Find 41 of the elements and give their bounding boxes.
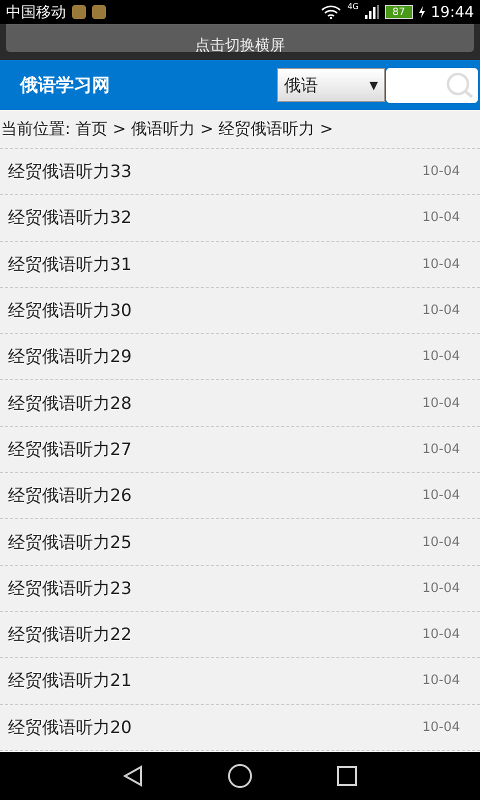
- article-link[interactable]: 经贸俄语听力22: [8, 623, 422, 646]
- article-date: 10-04: [422, 349, 460, 364]
- article-link[interactable]: 经贸俄语听力29: [8, 345, 422, 368]
- article-date: 10-04: [422, 442, 460, 457]
- search-field[interactable]: [386, 68, 478, 102]
- article-link[interactable]: 经贸俄语听力33: [8, 160, 422, 184]
- article-date: 10-04: [422, 303, 460, 318]
- article-date: 10-04: [422, 488, 460, 504]
- carrier-name: 中国移动: [6, 2, 66, 22]
- wifi-icon: [321, 5, 342, 19]
- article-link[interactable]: 经贸俄语听力23: [8, 576, 422, 600]
- article-link[interactable]: 经贸俄语听力31: [8, 252, 422, 276]
- clock: 19:44: [430, 3, 474, 21]
- article-date: 10-04: [422, 256, 460, 272]
- article-date: 10-04: [422, 720, 460, 735]
- recents-icon[interactable]: [336, 765, 358, 787]
- breadcrumb: 当前位置: 首页 > 俄语听力 > 经贸俄语听力 >: [0, 110, 480, 149]
- article-date: 10-04: [422, 210, 460, 226]
- language-select[interactable]: 俄语 ▼: [277, 68, 385, 102]
- article-link[interactable]: 经贸俄语听力27: [8, 438, 422, 461]
- article-date: 10-04: [422, 580, 460, 596]
- article-link[interactable]: 经贸俄语听力30: [8, 299, 422, 322]
- article-link[interactable]: 经贸俄语听力20: [8, 716, 422, 739]
- network-type: 4G: [347, 2, 359, 11]
- article-date: 10-04: [422, 534, 460, 550]
- charging-icon: [418, 6, 425, 18]
- article-date: 10-04: [422, 627, 460, 642]
- app-icon: [72, 5, 86, 19]
- battery-level: 87: [384, 5, 413, 19]
- signal-icon: [364, 5, 379, 19]
- article-link[interactable]: 经贸俄语听力26: [8, 484, 422, 508]
- back-icon[interactable]: [122, 765, 144, 787]
- home-icon[interactable]: [226, 763, 253, 789]
- article-date: 10-04: [422, 396, 460, 411]
- article-date: 10-04: [422, 673, 460, 688]
- site-title[interactable]: 俄语学习网: [20, 73, 277, 97]
- article-link[interactable]: 经贸俄语听力32: [8, 206, 422, 230]
- article-link[interactable]: 经贸俄语听力28: [8, 392, 422, 415]
- article-date: 10-04: [422, 164, 460, 180]
- article-link[interactable]: 经贸俄语听力25: [8, 530, 422, 554]
- article-link[interactable]: 经贸俄语听力21: [8, 669, 422, 692]
